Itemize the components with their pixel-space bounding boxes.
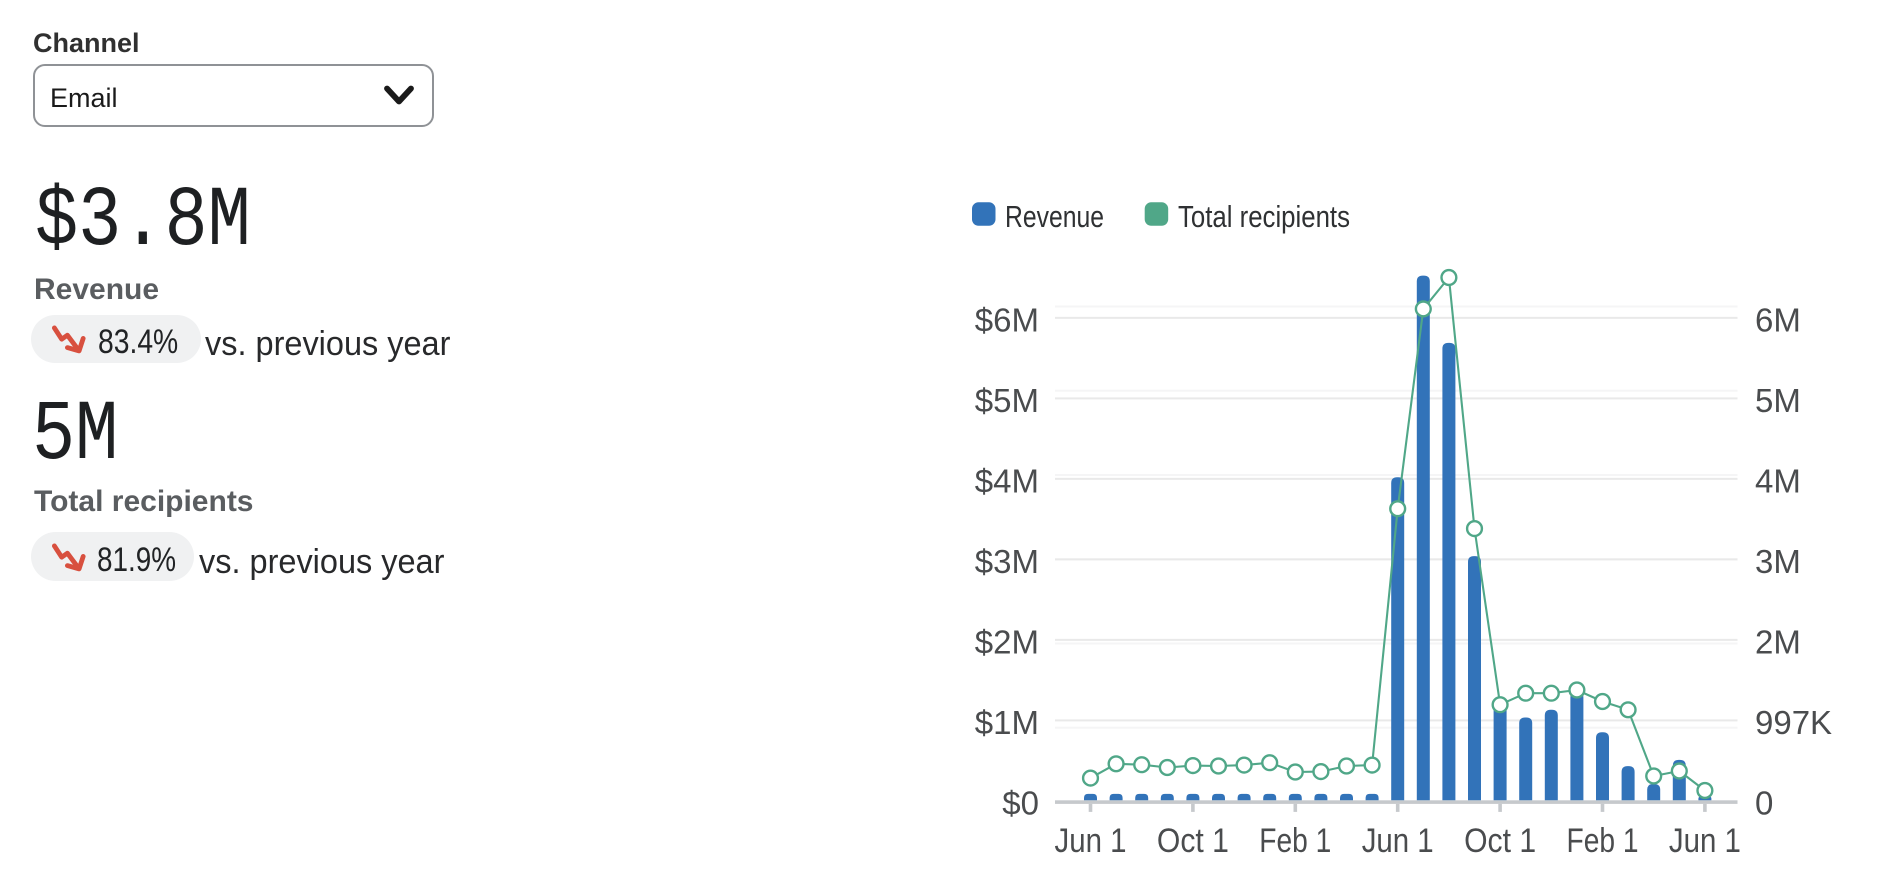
svg-text:4M: 4M: [1755, 462, 1801, 499]
svg-text:Oct 1: Oct 1: [1464, 822, 1536, 860]
svg-text:$3M: $3M: [975, 543, 1039, 580]
svg-text:997K: 997K: [1755, 704, 1832, 741]
svg-text:$0: $0: [1002, 784, 1039, 821]
svg-text:$4M: $4M: [975, 462, 1039, 499]
svg-text:Total recipients: Total recipients: [1178, 199, 1350, 234]
svg-text:$5M: $5M: [975, 382, 1039, 419]
svg-text:$6M: $6M: [975, 301, 1039, 338]
svg-text:6M: 6M: [1755, 301, 1801, 338]
svg-text:Feb 1: Feb 1: [1567, 822, 1639, 860]
svg-text:Jun 1: Jun 1: [1669, 822, 1741, 860]
svg-text:Feb 1: Feb 1: [1259, 822, 1331, 860]
svg-text:Oct 1: Oct 1: [1157, 822, 1229, 860]
svg-text:Revenue: Revenue: [1005, 199, 1104, 234]
svg-text:2M: 2M: [1755, 623, 1801, 660]
svg-text:3M: 3M: [1755, 543, 1801, 580]
svg-text:Jun 1: Jun 1: [1362, 822, 1434, 860]
svg-text:$2M: $2M: [975, 623, 1039, 660]
svg-text:0: 0: [1755, 784, 1773, 821]
svg-text:$1M: $1M: [975, 704, 1039, 741]
svg-text:Jun 1: Jun 1: [1055, 822, 1127, 860]
svg-text:5M: 5M: [1755, 382, 1801, 419]
